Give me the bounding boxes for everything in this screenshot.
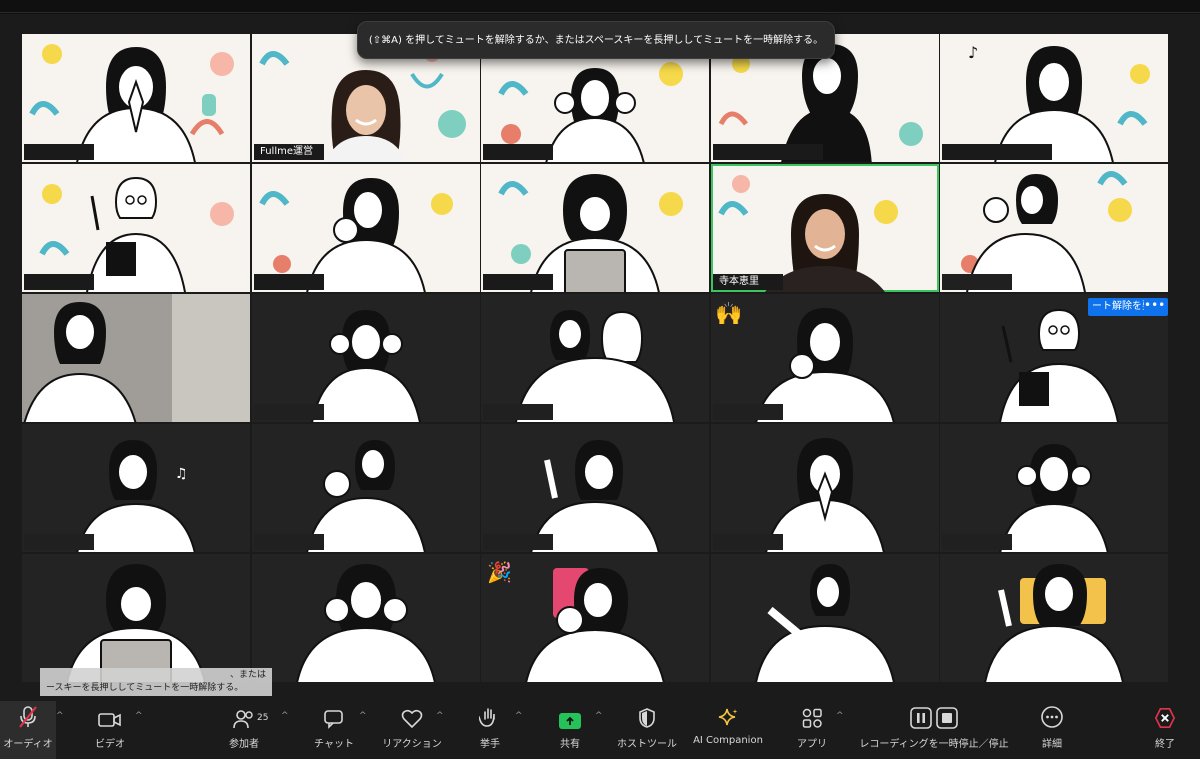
participant-name-bar — [942, 144, 1052, 160]
participant-name-bar — [24, 534, 94, 550]
chat-options-caret-icon[interactable]: ^ — [359, 711, 367, 721]
end-close-icon — [1154, 701, 1176, 731]
end-meeting-button[interactable]: 終了 — [1143, 701, 1187, 759]
participant-tile[interactable] — [22, 34, 250, 162]
participant-tile[interactable] — [481, 164, 709, 292]
illustrated-avatar — [66, 564, 206, 682]
participant-name-bar — [713, 144, 823, 160]
meeting-toolbar: オーディオ ^ ビデオ ^ 参加者 25 ^ チャット ^ リアクション ^ 挙… — [0, 701, 1200, 759]
participant-tile[interactable] — [711, 554, 939, 682]
audio-options-caret-icon[interactable]: ^ — [56, 711, 64, 721]
participant-tile[interactable]: 🎉 — [481, 554, 709, 682]
illustrated-avatar — [755, 564, 895, 682]
participant-tile[interactable] — [252, 554, 480, 682]
illustrated-avatar — [296, 564, 436, 682]
details-button[interactable]: 詳細 — [1030, 701, 1074, 759]
illustrated-avatar — [525, 568, 665, 682]
participant-name-bar — [483, 404, 553, 420]
illustrated-avatar — [999, 308, 1119, 422]
raise-hand-options-caret-icon[interactable]: ^ — [515, 711, 523, 721]
participant-tile[interactable] — [940, 424, 1168, 552]
participant-tile[interactable] — [481, 294, 709, 422]
participant-tile[interactable] — [252, 164, 480, 292]
participant-tile[interactable] — [481, 424, 709, 552]
participant-tile[interactable] — [22, 294, 250, 422]
zoom-meeting-window: Fullme運営 ♪ 寺本恵里 🙌 ート解除を要請 ♫ 🎉 (⇧⌘A) を押して… — [0, 0, 1200, 759]
participant-name-bar — [483, 274, 553, 290]
participant-tile-teramoto-active-speaker[interactable]: 寺本恵里 — [711, 164, 939, 292]
svg-text:♪: ♪ — [968, 43, 978, 62]
reaction-options-caret-icon[interactable]: ^ — [436, 711, 444, 721]
participants-icon — [232, 701, 256, 731]
sparkle-icon — [717, 701, 739, 731]
muted-microphone-icon — [17, 701, 39, 731]
video-camera-icon — [98, 701, 122, 731]
participants-options-caret-icon[interactable]: ^ — [281, 711, 289, 721]
participant-tile[interactable]: ♫ — [22, 424, 250, 552]
more-horizontal-icon — [1040, 701, 1064, 731]
participant-tile[interactable]: ート解除を要請 — [940, 294, 1168, 422]
illustrated-avatar — [24, 302, 137, 422]
chat-button[interactable]: チャット — [312, 701, 356, 759]
ai-companion-button[interactable]: AI Companion — [690, 701, 766, 759]
participant-tile[interactable]: ♪♫ — [940, 34, 1168, 162]
window-top-bar — [0, 0, 1200, 14]
participant-name-bar — [254, 534, 324, 550]
shield-icon — [637, 701, 657, 731]
share-options-caret-icon[interactable]: ^ — [595, 711, 603, 721]
chat-bubble-icon — [322, 701, 346, 731]
share-screen-icon — [559, 701, 581, 731]
reaction-button[interactable]: リアクション — [380, 701, 444, 759]
participants-button[interactable]: 参加者 — [222, 701, 266, 759]
participants-count: 25 — [257, 713, 269, 723]
participant-name-bar — [254, 404, 324, 420]
apps-grid-icon — [801, 701, 823, 731]
video-options-caret-icon[interactable]: ^ — [135, 711, 143, 721]
participant-name-bar — [713, 404, 783, 420]
participant-tile[interactable] — [940, 164, 1168, 292]
pause-stop-recording-icon — [910, 701, 958, 731]
apps-button[interactable]: アプリ — [790, 701, 834, 759]
party-reaction-icon: 🎉 — [487, 560, 512, 584]
participant-tile[interactable] — [22, 554, 250, 682]
participant-name-bar — [942, 534, 1012, 550]
participant-name-bar — [713, 534, 783, 550]
participant-name-bar — [24, 144, 94, 160]
raise-hand-icon — [479, 701, 501, 731]
illustrated-avatar — [311, 310, 421, 422]
illustrated-avatar — [984, 564, 1124, 682]
more-options-button[interactable]: ••• — [1144, 298, 1165, 316]
participant-video — [326, 70, 406, 162]
recording-controls-button[interactable]: レコーディングを一時停止／停止 — [858, 701, 1010, 759]
participant-tile[interactable] — [252, 294, 480, 422]
audio-button[interactable]: オーディオ — [0, 701, 56, 759]
video-button[interactable]: ビデオ — [88, 701, 132, 759]
host-tools-button[interactable]: ホストツール — [614, 701, 680, 759]
participant-name-bar — [254, 274, 324, 290]
participant-tile[interactable] — [940, 554, 1168, 682]
participant-name-bar: Fullme運営 — [254, 144, 324, 160]
apps-options-caret-icon[interactable]: ^ — [836, 711, 844, 721]
participant-name-bar: 寺本恵里 — [713, 274, 783, 290]
participant-tile[interactable] — [252, 424, 480, 552]
gallery-view: Fullme運営 ♪ 寺本恵里 🙌 ート解除を要請 ♫ 🎉 — [22, 34, 1170, 682]
participant-name-bar — [24, 274, 94, 290]
raise-hand-button[interactable]: 挙手 — [468, 701, 512, 759]
raised-hands-reaction-icon: 🙌 — [715, 302, 743, 327]
svg-text:♫: ♫ — [175, 466, 188, 482]
heart-icon — [400, 701, 424, 731]
participant-name-bar — [483, 534, 553, 550]
participant-name-bar — [483, 144, 553, 160]
share-button[interactable]: 共有 — [548, 701, 592, 759]
participant-name-bar — [942, 274, 1012, 290]
illustrated-avatar — [86, 176, 186, 292]
participant-tile[interactable]: 🙌 — [711, 294, 939, 422]
tooltip-echo-text: 、または ースキーを長押ししてミュートを一時解除する。 — [40, 668, 272, 696]
participant-tile[interactable] — [22, 164, 250, 292]
participant-tile[interactable] — [711, 424, 939, 552]
unmute-shortcut-tooltip: (⇧⌘A) を押してミュートを解除するか、またはスペースキーを長押ししてミュート… — [357, 21, 835, 59]
